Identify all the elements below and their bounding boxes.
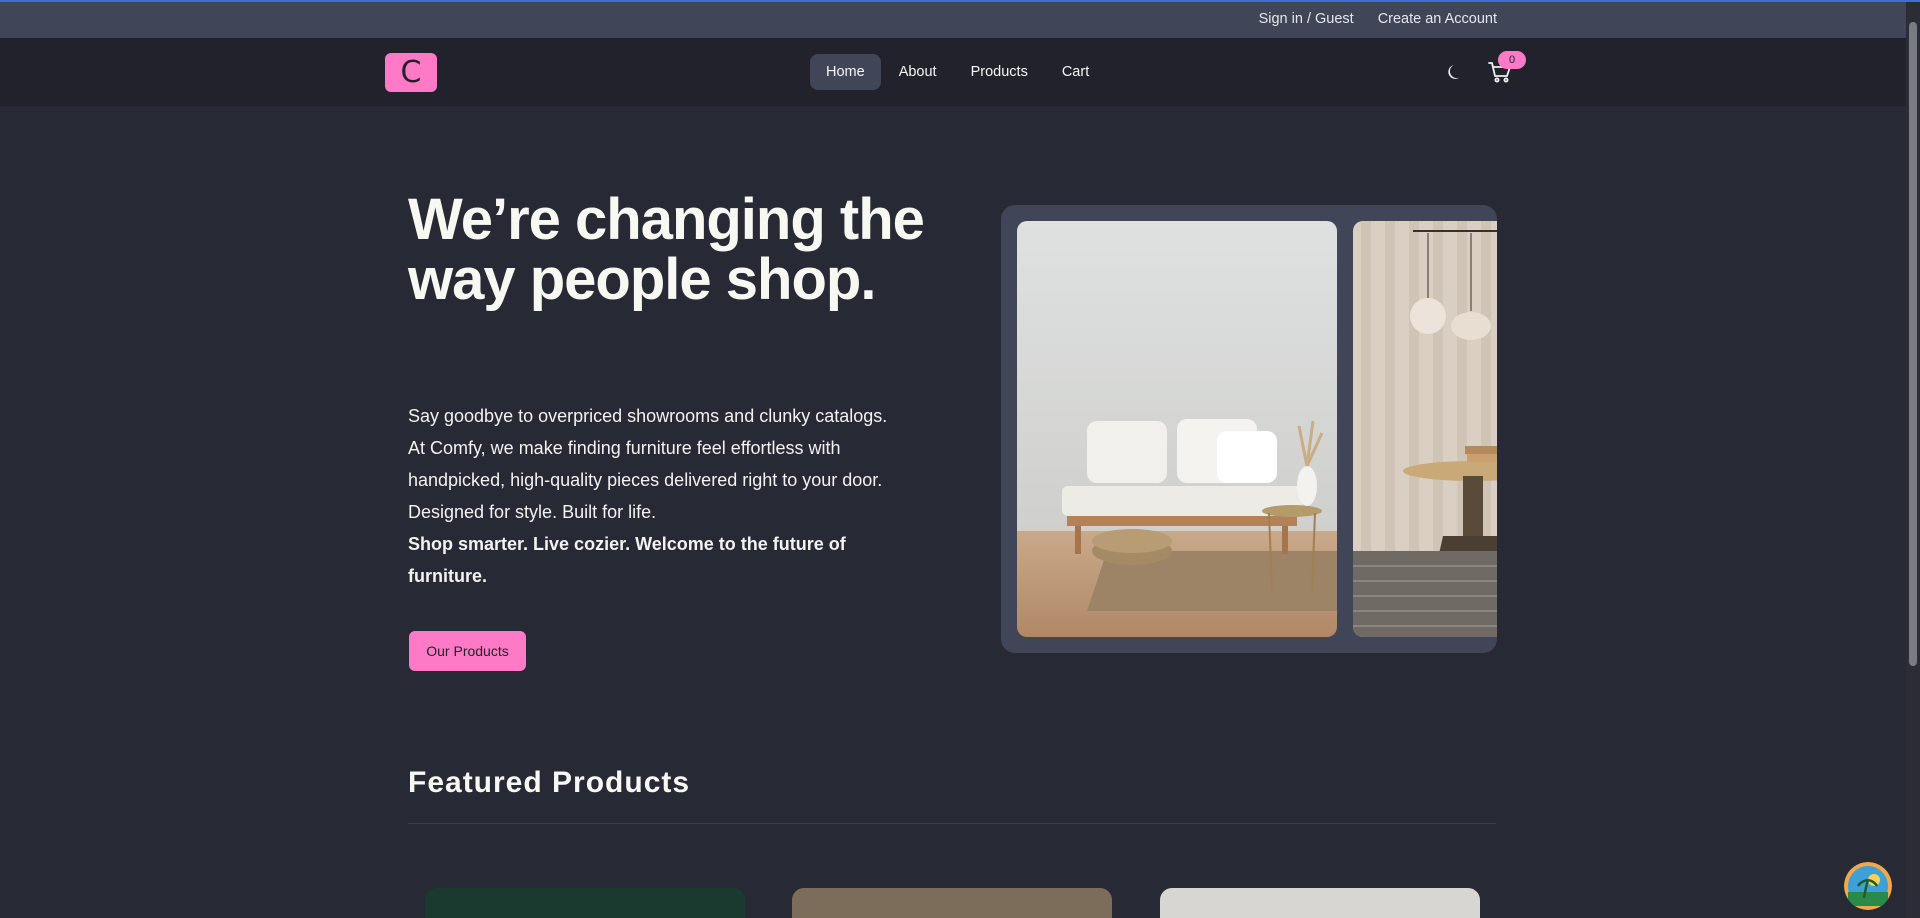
moon-icon[interactable] [1446, 62, 1466, 82]
hero-description: Say goodbye to overpriced showrooms and … [408, 400, 908, 592]
page-scrollbar[interactable] [1906, 2, 1920, 918]
top-bar: Sign in / Guest Create an Account [0, 2, 1906, 38]
hero-image-carousel[interactable] [1001, 205, 1497, 653]
navbar: C Home About Products Cart 0 [0, 38, 1906, 106]
hero-tagline: Shop smarter. Live cozier. Welcome to th… [408, 534, 846, 586]
sofa-living-room-image [1017, 221, 1337, 637]
nav-cart-link[interactable]: Cart [1046, 54, 1105, 90]
featured-product-card[interactable] [425, 888, 745, 918]
dining-room-image [1353, 221, 1497, 637]
nav-links: Home About Products Cart [810, 54, 1105, 90]
create-account-link[interactable]: Create an Account [1378, 11, 1497, 27]
scrollbar-thumb[interactable] [1909, 22, 1917, 666]
nav-about-link[interactable]: About [883, 54, 953, 90]
nav-home-link[interactable]: Home [810, 54, 881, 90]
sign-in-link[interactable]: Sign in / Guest [1259, 11, 1354, 27]
featured-product-card[interactable] [792, 888, 1112, 918]
logo-button[interactable]: C [385, 53, 437, 92]
nav-products-link[interactable]: Products [955, 54, 1044, 90]
section-divider [408, 823, 1496, 824]
assistant-avatar-icon[interactable] [1844, 862, 1892, 910]
hero-paragraph: Say goodbye to overpriced showrooms and … [408, 406, 888, 522]
hero-title: We’re changing the way people shop. [408, 187, 925, 312]
our-products-button[interactable]: Our Products [409, 631, 526, 671]
account-links: Sign in / Guest Create an Account [1259, 11, 1497, 27]
cart-count-badge: 0 [1498, 51, 1526, 69]
featured-product-card[interactable] [1160, 888, 1480, 918]
featured-products-title: Featured Products [408, 766, 691, 799]
